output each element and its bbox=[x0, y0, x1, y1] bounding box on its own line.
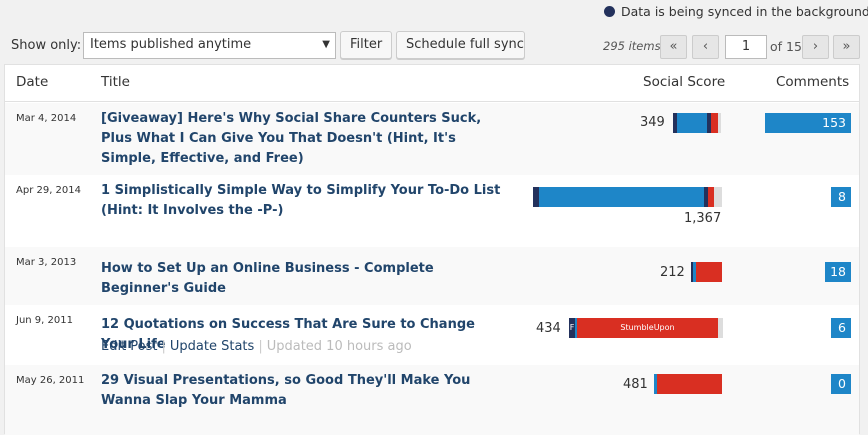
row-title-link[interactable]: 1 Simplistically Simple Way to Simplify … bbox=[101, 181, 511, 221]
stumbleupon-segment bbox=[657, 374, 722, 394]
posts-table: Date Title Social Score Comments Mar 4, … bbox=[4, 64, 860, 435]
column-comments[interactable]: Comments bbox=[776, 74, 849, 90]
table-row: Apr 29, 2014 1 Simplistically Simple Way… bbox=[5, 175, 859, 247]
table-row: Mar 3, 2013 How to Set Up an Online Busi… bbox=[5, 247, 859, 305]
comments-count-bar[interactable]: 153 bbox=[765, 113, 851, 133]
publish-date-select-value: Items published anytime bbox=[90, 37, 252, 52]
column-title[interactable]: Title bbox=[101, 74, 130, 90]
twitter-segment bbox=[677, 113, 707, 133]
misc-segment bbox=[718, 318, 723, 338]
row-title-link[interactable]: 29 Visual Presentations, so Good They'll… bbox=[101, 371, 511, 411]
row-date: Mar 4, 2014 bbox=[16, 113, 77, 124]
social-score-value: 481 bbox=[623, 377, 648, 392]
social-score-bar bbox=[691, 262, 722, 282]
social-score-bar: F StumbleUpon bbox=[569, 318, 723, 338]
row-date: Apr 29, 2014 bbox=[16, 185, 82, 196]
schedule-full-sync-button[interactable]: Schedule full sync bbox=[396, 31, 525, 59]
comments-count-bar[interactable]: 6 bbox=[831, 318, 851, 338]
row-date: May 26, 2011 bbox=[16, 375, 85, 386]
update-stats-link[interactable]: Update Stats bbox=[170, 339, 254, 354]
sync-status-text: Data is being synced in the background bbox=[621, 4, 868, 19]
toolbar: Show only: Items published anytime ▼ Fil… bbox=[0, 30, 868, 60]
prev-page-button[interactable]: ‹ bbox=[692, 35, 719, 59]
social-score-bar bbox=[533, 187, 722, 207]
table-row: May 26, 2011 29 Visual Presentations, so… bbox=[5, 365, 859, 435]
items-count: 295 items bbox=[603, 39, 661, 53]
row-title-link[interactable]: How to Set Up an Online Business - Compl… bbox=[101, 259, 511, 299]
table-header: Date Title Social Score Comments bbox=[5, 65, 859, 102]
separator: | bbox=[258, 339, 263, 354]
table-row: Mar 4, 2014 [Giveaway] Here's Why Social… bbox=[5, 103, 859, 175]
last-page-button[interactable]: » bbox=[833, 35, 860, 59]
last-updated-text: Updated 10 hours ago bbox=[266, 339, 412, 354]
next-page-button[interactable]: › bbox=[802, 35, 829, 59]
social-score-bar bbox=[654, 374, 722, 394]
misc-segment bbox=[714, 187, 722, 207]
comments-count-bar[interactable]: 0 bbox=[831, 374, 851, 394]
twitter-segment bbox=[539, 187, 704, 207]
row-actions: Edit Post | Update Stats | Updated 10 hours … bbox=[101, 339, 412, 354]
row-title-link[interactable]: [Giveaway] Here's Why Social Share Count… bbox=[101, 109, 511, 169]
misc-segment bbox=[718, 113, 721, 133]
column-social-score[interactable]: Social Score bbox=[643, 74, 725, 90]
column-date[interactable]: Date bbox=[16, 74, 48, 90]
filter-button[interactable]: Filter bbox=[340, 31, 392, 59]
edit-post-link[interactable]: Edit Post bbox=[101, 339, 158, 354]
row-date: Jun 9, 2011 bbox=[16, 315, 73, 326]
first-page-button[interactable]: « bbox=[660, 35, 687, 59]
stumbleupon-segment bbox=[711, 113, 718, 133]
publish-date-select[interactable]: Items published anytime ▼ bbox=[83, 32, 336, 59]
social-score-value: 434 bbox=[536, 321, 561, 336]
dropdown-arrow-icon: ▼ bbox=[322, 39, 330, 50]
stumbleupon-segment bbox=[696, 262, 722, 282]
sync-status: Data is being synced in the background bbox=[604, 4, 868, 19]
comments-count-bar[interactable]: 18 bbox=[825, 262, 851, 282]
sync-indicator-icon bbox=[604, 6, 615, 17]
table-row: Jun 9, 2011 12 Quotations on Success Tha… bbox=[5, 305, 859, 365]
separator: | bbox=[161, 339, 166, 354]
comments-count-bar[interactable]: 8 bbox=[831, 187, 851, 207]
social-score-value: 212 bbox=[660, 265, 685, 280]
social-score-bar bbox=[673, 113, 721, 133]
row-date: Mar 3, 2013 bbox=[16, 257, 77, 268]
stumbleupon-segment: StumbleUpon bbox=[577, 318, 718, 338]
current-page-input[interactable]: 1 bbox=[725, 35, 767, 59]
social-score-value: 349 bbox=[640, 115, 665, 130]
total-pages: of 15 bbox=[770, 39, 802, 54]
show-only-label: Show only: bbox=[11, 38, 82, 53]
social-score-value: 1,367 bbox=[684, 211, 722, 226]
